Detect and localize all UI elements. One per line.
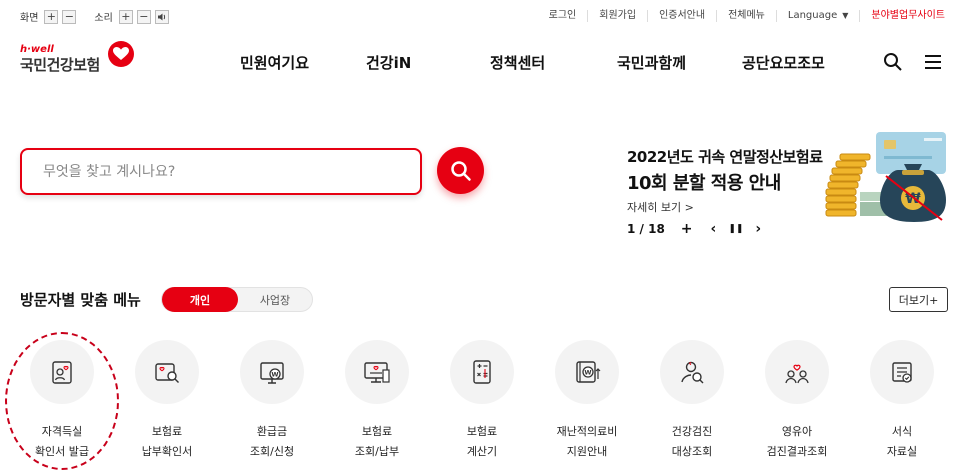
form-check-icon xyxy=(892,362,912,383)
language-select[interactable]: Language ▼ xyxy=(777,10,861,22)
banner-add-button[interactable]: + xyxy=(681,222,693,236)
visitor-type-toggle: 개인 사업장 xyxy=(161,287,313,312)
quick-menu-item-qualification-certificate[interactable]: 자격득실 확인서 발급 xyxy=(30,340,94,464)
banner-title-line1[interactable]: 2022년도 귀속 연말정산보험료 xyxy=(627,146,823,167)
banner-prev-button[interactable]: ‹ xyxy=(711,222,717,236)
sound-label: 소리 xyxy=(94,13,113,24)
search-icon xyxy=(450,160,471,181)
search-button[interactable] xyxy=(437,147,484,194)
nav-civil-service[interactable]: 민원여기요 xyxy=(240,52,309,73)
calculator-icon xyxy=(473,360,491,384)
people-search-icon xyxy=(681,361,704,384)
speaker-icon[interactable] xyxy=(154,9,169,24)
nav-policy-center[interactable]: 정책센터 xyxy=(490,52,545,73)
banner-next-button[interactable]: › xyxy=(755,222,761,236)
search-box xyxy=(20,148,422,195)
screen-zoom-in-button[interactable]: + xyxy=(44,9,59,24)
quick-menu-icon-circle: W xyxy=(555,340,619,404)
caret-down-icon: ▼ xyxy=(842,11,849,20)
sound-down-button[interactable]: − xyxy=(136,9,151,24)
banner-page-indicator: 1 / 18 xyxy=(627,222,665,236)
search-icon[interactable] xyxy=(883,52,903,72)
quick-menu-icon-circle xyxy=(30,340,94,404)
screen-zoom-out-button[interactable]: − xyxy=(62,9,77,24)
login-link[interactable]: 로그인 xyxy=(538,10,589,22)
quick-menu-icon-circle xyxy=(135,340,199,404)
quick-menu-icon-circle xyxy=(765,340,829,404)
tab-business[interactable]: 사업장 xyxy=(238,288,312,311)
quick-menu-item-premium-inquiry[interactable]: 보험료 조회/납부 xyxy=(345,340,409,464)
hamburger-menu-icon[interactable] xyxy=(923,52,943,72)
quick-menu-item-calculator[interactable]: 보험료 계산기 xyxy=(450,340,514,464)
nav-with-citizens[interactable]: 국민과함께 xyxy=(617,52,686,73)
banner-more-link[interactable]: 자세히 보기 > xyxy=(627,199,694,215)
sound-up-button[interactable]: + xyxy=(118,9,133,24)
quick-menu-item-refund[interactable]: W 환급금 조회/신청 xyxy=(240,340,304,464)
banner-title-line2[interactable]: 10회 분할 적용 안내 xyxy=(627,169,781,195)
quick-menu-item-payment-confirmation[interactable]: 보험료 납부확인서 xyxy=(135,340,199,464)
accessibility-controls: 화면 + − 소리 + − xyxy=(20,9,173,24)
business-sites-link[interactable]: 분야별업무사이트 xyxy=(860,10,945,22)
svg-text:W: W xyxy=(271,371,278,379)
quick-menu-icon-circle xyxy=(450,340,514,404)
quick-menu-icon-circle xyxy=(870,340,934,404)
banner-illustration-coins-bag[interactable]: ₩ xyxy=(820,130,948,226)
main-navigation: 민원여기요 건강iN 정책센터 국민과함께 공단요모조모 xyxy=(0,52,963,74)
tab-individual[interactable]: 개인 xyxy=(162,287,238,312)
utility-links: 로그인 회원가입 인증서안내 전체메뉴 Language ▼ 분야별업무사이트 xyxy=(538,10,945,22)
banner-pause-button[interactable]: ❚❚ xyxy=(728,222,743,236)
quick-menu-item-forms-library[interactable]: 서식 자료실 xyxy=(870,340,934,464)
monitor-won-icon: W xyxy=(260,362,284,384)
document-search-icon xyxy=(155,363,179,383)
id-card-heart-icon xyxy=(52,361,72,384)
receipt-monitor-icon xyxy=(364,362,390,383)
svg-text:W: W xyxy=(584,369,591,377)
banner-controls: 1 / 18 + ‹ ❚❚ › xyxy=(627,222,761,236)
certificate-guide-link[interactable]: 인증서안내 xyxy=(648,10,718,22)
more-menu-button[interactable]: 더보기+ xyxy=(889,287,948,312)
nav-about-nhis[interactable]: 공단요모조모 xyxy=(742,52,825,73)
quick-menu-item-catastrophic-medical-support[interactable]: W 재난적의료비 지원안내 xyxy=(555,340,619,464)
nav-health-in[interactable]: 건강iN xyxy=(366,52,411,73)
quick-menu-item-health-checkup-target[interactable]: 건강검진 대상조회 xyxy=(660,340,724,464)
quick-menu-icon-circle: W xyxy=(240,340,304,404)
language-label: Language xyxy=(787,10,838,21)
signup-link[interactable]: 회원가입 xyxy=(588,10,649,22)
quick-menu-item-infant-checkup-result[interactable]: 영유아 검진결과조회 xyxy=(765,340,829,464)
sitemap-link[interactable]: 전체메뉴 xyxy=(717,10,777,22)
utility-bar: 화면 + − 소리 + − 로그인 회원가입 인증서안내 전체메뉴 Langua… xyxy=(0,0,963,34)
family-heart-icon xyxy=(785,364,809,384)
tailored-menu-title: 방문자별 맞춤 메뉴 xyxy=(20,291,141,309)
quick-menu-label: 서식 자료실 xyxy=(886,425,918,458)
won-support-icon: W xyxy=(576,361,601,383)
search-input[interactable] xyxy=(43,163,420,180)
quick-menu-icon-circle xyxy=(660,340,724,404)
quick-menu-icon-circle xyxy=(345,340,409,404)
screen-size-label: 화면 xyxy=(20,13,39,24)
